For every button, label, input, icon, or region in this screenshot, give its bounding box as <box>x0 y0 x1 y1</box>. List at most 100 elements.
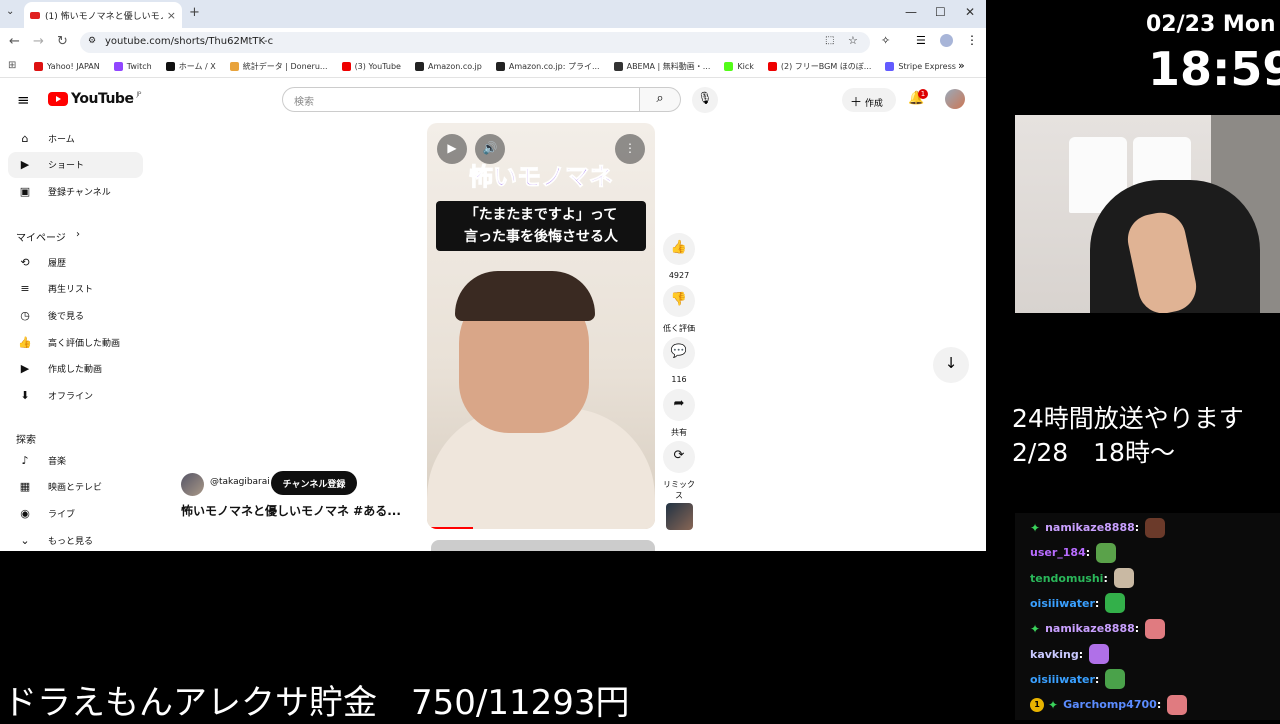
action-button[interactable]: 👎 低く評価 <box>663 285 695 334</box>
tab-search-icon[interactable]: ⌄ <box>6 6 14 17</box>
search-button[interactable]: ⌕ <box>639 87 681 112</box>
action-icon: 👍 <box>663 233 695 265</box>
tab-youtube[interactable]: (1) 怖いモノマネと優しいモノマネ #ある... × <box>24 2 182 28</box>
progress-bar[interactable] <box>427 527 473 529</box>
action-icon: ➦ <box>663 389 695 421</box>
sidebar-item[interactable]: ⟲ 履歴 <box>0 249 150 275</box>
mic-icon: 🎙 <box>697 91 713 105</box>
sidebar-item-label: 高く評価した動画 <box>48 338 121 349</box>
bookmark-item[interactable]: 統計データ | Doneru... <box>229 61 328 72</box>
sidebar-item-label: 登録チャンネル <box>48 187 111 198</box>
next-short-preview[interactable] <box>431 540 655 551</box>
menu-icon[interactable]: ⋮ <box>966 33 978 47</box>
sidebar-icon: ▶ <box>20 158 30 172</box>
url-field[interactable]: ⚙ youtube.com/shorts/Thu62MtTK-c ⬚ ☆ <box>80 32 870 53</box>
action-button[interactable]: 💬 116 <box>663 337 695 384</box>
sidebar-item[interactable]: 👍 高く評価した動画 <box>0 329 150 355</box>
media-icon[interactable]: ☰ <box>916 34 926 47</box>
bookmark-label: ABEMA | 無料動画・... <box>626 62 711 71</box>
action-button[interactable]: ➦ 共有 <box>663 389 695 438</box>
bookmark-label: 統計データ | Doneru... <box>242 62 328 71</box>
bookmark-item[interactable]: (2) フリーBGM ほのぼ... <box>767 61 871 72</box>
maximize-button[interactable]: ☐ <box>935 5 946 19</box>
create-button[interactable]: ＋ 作成 <box>842 88 896 112</box>
bookmarks-overflow-icon[interactable]: » <box>958 59 965 72</box>
apps-icon[interactable]: ⊞ <box>8 60 16 71</box>
account-avatar[interactable] <box>945 89 965 109</box>
channel-thumbnail[interactable] <box>666 503 693 530</box>
channel-name[interactable]: @takagibarai <box>210 477 270 487</box>
sidebar-item[interactable]: ⌂ ホーム <box>0 125 150 151</box>
chat-username[interactable]: user_184 <box>1030 546 1086 559</box>
chat-message: ✦ namikaze8888: <box>1030 616 1166 641</box>
chat-username[interactable]: namikaze8888 <box>1045 521 1135 534</box>
forward-icon[interactable]: → <box>33 34 44 49</box>
hamburger-menu-icon[interactable]: ≡ <box>17 91 30 109</box>
bookmark-favicon-icon <box>724 62 734 71</box>
site-info-icon[interactable]: ⚙ <box>88 36 96 46</box>
close-tab-icon[interactable]: × <box>167 9 176 22</box>
sidebar-item[interactable]: ◉ ライブ <box>0 500 150 526</box>
sidebar-item-label: 映画とテレビ <box>48 483 103 494</box>
close-window-button[interactable]: ✕ <box>965 5 975 19</box>
announcement-line-2: 2/28 18時～ <box>1012 438 1175 467</box>
install-icon[interactable]: ⬚ <box>825 35 834 46</box>
sidebar-item[interactable]: ◷ 後で見る <box>0 302 150 328</box>
emote-icon <box>1105 669 1126 690</box>
sidebar-item-label: オフライン <box>48 392 94 402</box>
action-button[interactable]: ⟳ リミックス <box>663 441 695 501</box>
bookmark-item[interactable]: ホーム / X <box>165 61 216 72</box>
extensions-icon[interactable]: ✧ <box>881 34 890 47</box>
sidebar-item[interactable]: ⬇ オフライン <box>0 383 150 409</box>
sidebar-icon: ◷ <box>20 308 30 322</box>
bookmark-item[interactable]: Kick <box>724 62 754 71</box>
sidebar-item[interactable]: ▶ ショート <box>8 151 143 178</box>
bookmark-item[interactable]: ABEMA | 無料動画・... <box>613 61 711 72</box>
sparkle-icon: ✦ <box>1030 621 1041 636</box>
chevron-right-icon[interactable]: › <box>76 229 80 240</box>
channel-avatar[interactable] <box>181 473 204 496</box>
reload-icon[interactable]: ↻ <box>57 34 68 49</box>
my-page-heading[interactable]: マイページ <box>16 229 66 244</box>
video-title[interactable]: 怖いモノマネと優しいモノマネ #ある... <box>181 502 401 519</box>
savings-goal: ドラえもんアレクサ貯金 750/11293円 <box>3 683 630 723</box>
voice-search-button[interactable]: 🎙 <box>692 87 718 113</box>
chat-username[interactable]: oisiiiwater <box>1030 673 1095 686</box>
bookmark-favicon-icon <box>34 62 43 71</box>
youtube-logo[interactable]: YouTube JP <box>48 91 141 107</box>
chat-colon: : <box>1094 672 1100 686</box>
chat-username[interactable]: oisiiiwater <box>1030 597 1095 610</box>
bookmark-item[interactable]: (3) YouTube <box>341 62 401 71</box>
next-video-button[interactable]: ↓ <box>933 347 969 383</box>
sidebar-item-label: 後で見る <box>48 311 85 322</box>
bookmark-item[interactable]: Amazon.co.jp <box>414 62 482 71</box>
sidebar-item[interactable]: ▣ 登録チャンネル <box>0 178 150 204</box>
chat-colon: : <box>1134 521 1140 534</box>
chat-username[interactable]: kavking <box>1030 648 1079 661</box>
emote-icon <box>1113 568 1134 589</box>
sidebar-item[interactable]: ▶ 作成した動画 <box>0 356 150 382</box>
bookmark-star-icon[interactable]: ☆ <box>848 34 858 47</box>
bookmark-label: Stripe Express <box>898 62 956 71</box>
bookmark-item[interactable]: Yahoo! JAPAN <box>34 62 100 71</box>
short-video-player[interactable]: ▶ 🔊 ⋮ 怖いモノマネ 「たまたまですよ」って 言った事を後悔させる人 <box>427 123 655 529</box>
chat-colon: : <box>1156 698 1162 712</box>
profile-icon[interactable] <box>940 34 953 47</box>
action-button[interactable]: 👍 4927 <box>663 233 695 280</box>
sidebar-item[interactable]: ⌄ もっと見る <box>0 527 150 551</box>
subscribe-button[interactable]: チャンネル登録 <box>271 471 357 495</box>
bookmark-item[interactable]: Amazon.co.jp: プライ... <box>495 61 600 72</box>
sidebar-item[interactable]: ▦ 映画とテレビ <box>0 474 150 500</box>
chat-username[interactable]: namikaze8888 <box>1045 622 1135 635</box>
sidebar-icon: ▣ <box>19 184 31 198</box>
chat-username[interactable]: Garchomp4700 <box>1063 698 1157 711</box>
minimize-button[interactable]: — <box>905 5 917 19</box>
sidebar-item[interactable]: ♪ 音楽 <box>0 447 150 473</box>
search-input[interactable]: 検索 <box>282 87 640 112</box>
sidebar-item[interactable]: ≡ 再生リスト <box>0 276 150 302</box>
chat-username[interactable]: tendomushi <box>1030 572 1103 585</box>
back-icon[interactable]: ← <box>9 34 20 49</box>
bookmark-item[interactable]: Stripe Express <box>885 62 956 71</box>
bookmark-item[interactable]: Twitch <box>113 62 152 71</box>
new-tab-button[interactable]: + <box>189 5 200 20</box>
